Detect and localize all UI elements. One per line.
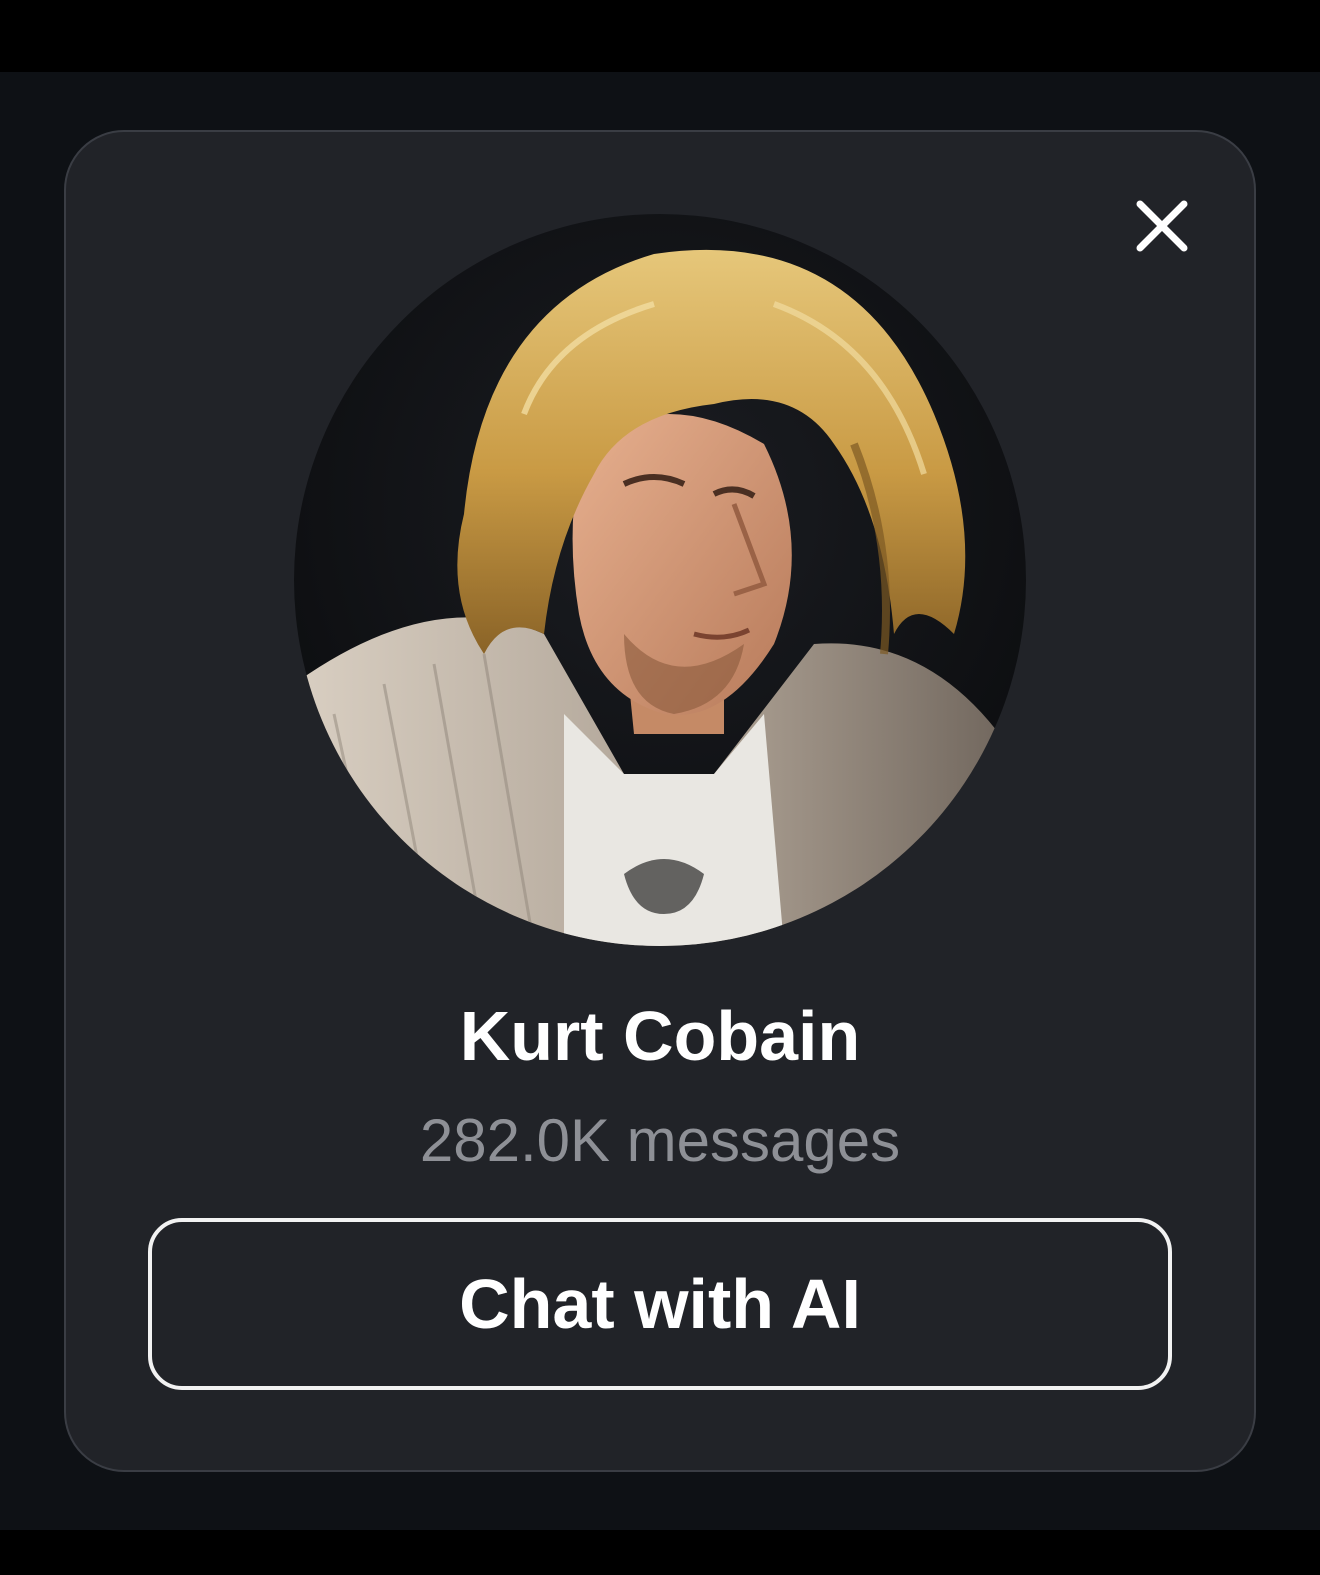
avatar	[294, 214, 1026, 946]
close-icon	[1136, 200, 1188, 252]
chat-button-label: Chat with AI	[459, 1265, 861, 1343]
profile-name: Kurt Cobain	[459, 997, 861, 1075]
chat-with-ai-button[interactable]: Chat with AI	[148, 1218, 1172, 1390]
message-count: 282.0K messages	[419, 1107, 901, 1174]
avatar-portrait	[294, 214, 1026, 946]
bottom-letterbox	[0, 1530, 1320, 1575]
top-letterbox	[0, 0, 1320, 72]
close-button[interactable]	[1124, 188, 1200, 264]
